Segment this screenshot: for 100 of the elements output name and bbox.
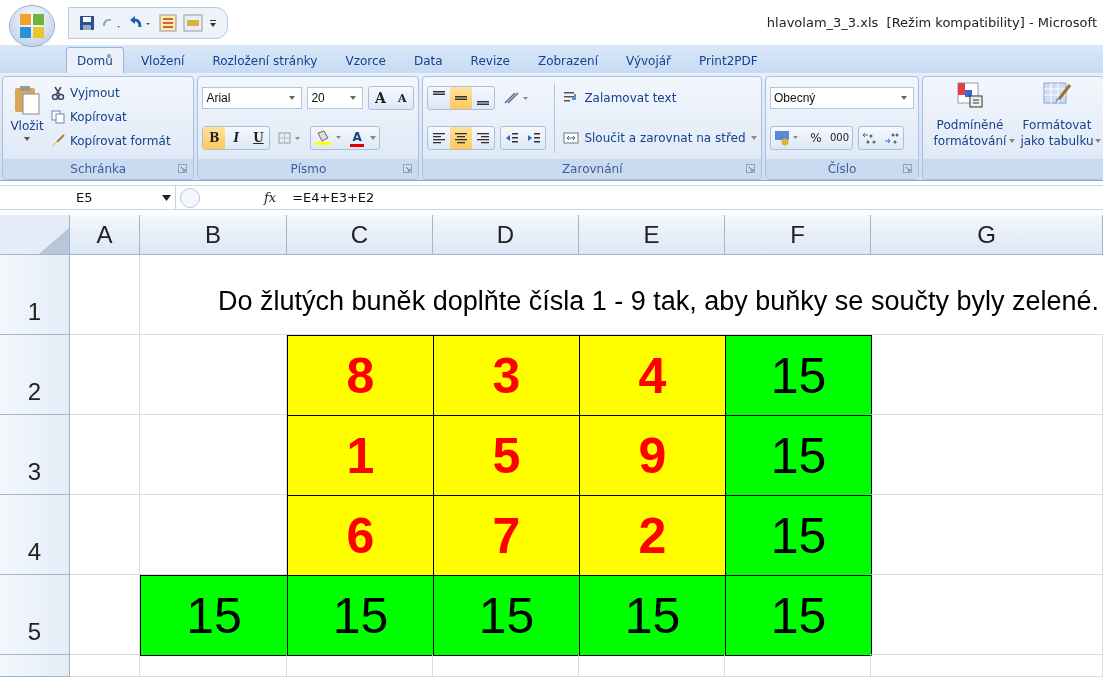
input-cell: 6 [287,495,434,576]
indent-icon [505,132,520,144]
ribbon-tab[interactable]: Vložení [129,47,196,73]
input-cell: 5 [433,415,580,496]
conditional-format-button[interactable]: Podmíněné formátování [927,81,1013,149]
column-header[interactable]: C [287,215,433,255]
horizontal-align-button[interactable] [450,127,473,149]
caret-icon [289,96,296,100]
ribbon-tab[interactable]: Revize [459,47,521,73]
column-header[interactable]: E [579,215,725,255]
triangle-icon [39,228,69,254]
ribbon-tab[interactable]: Print2PDF [688,47,769,73]
align-icon [454,132,469,144]
caret-icon [901,95,907,100]
font-style-button[interactable]: I [225,127,248,149]
instruction-text: Do žlutých buněk doplňte čísla 1 - 9 tak, aby buňky se součty byly zelené. [218,286,1099,317]
sum-cell: 15 [725,335,872,416]
row-header[interactable]: 3 [0,415,70,495]
ribbon-tab[interactable]: Vývojář [615,47,683,73]
caret-icon [1009,139,1015,143]
sum-cell: 15 [287,575,434,656]
caret-icon [369,136,376,140]
align-icon [476,132,491,144]
form-icon[interactable] [159,13,177,32]
caret-icon [350,96,357,100]
font-style-button[interactable]: B [203,127,226,149]
sum-cell: 15 [433,575,580,656]
brush-icon [51,134,65,148]
clipboard-action[interactable]: Kopírovat [51,107,171,127]
clipboard-action[interactable]: Vyjmout [51,83,171,103]
conditional-format-icon [956,81,984,109]
column-header[interactable]: D [433,215,579,255]
input-cell: 2 [579,495,726,576]
sum-cell: 15 [579,575,726,656]
sum-cell: 15 [725,575,872,656]
resize-handle[interactable] [180,187,200,208]
dialog-launcher-icon[interactable] [746,164,755,173]
percent-button[interactable]: % [805,126,827,149]
caret-icon [750,136,757,140]
group-label: Číslo [827,162,857,176]
format-as-table-button[interactable]: Formátovat jako tabulku [1015,81,1099,149]
group-label: Zarovnání [561,162,623,176]
caret-icon [1095,139,1101,143]
number-format-field[interactable]: Obecný [770,86,914,109]
row-header[interactable]: 2 [0,335,70,415]
merge-cells-icon [563,131,580,145]
table-cell [70,655,140,677]
align-icon [433,91,446,95]
font-style-button[interactable]: U [247,127,270,149]
row-header[interactable]: 1 [0,255,70,335]
align-icon [477,101,490,105]
caret-icon [162,194,171,201]
ribbon-tab[interactable]: Zobrazení [526,47,609,73]
wrap-text-button[interactable]: Zalamovat text [563,84,757,112]
save-icon[interactable] [79,14,95,31]
dialog-launcher-icon[interactable] [903,164,912,173]
column-header[interactable]: F [725,215,871,255]
ribbon-tab[interactable]: Rozložení stránky [201,47,329,73]
dialog-launcher-icon[interactable] [178,164,188,173]
shrink-font-button[interactable]: A [391,87,414,109]
clipboard-icon [14,85,40,115]
column-header[interactable]: B [140,215,287,255]
name-box[interactable]: E5 [0,186,176,209]
thousands-button[interactable]: 000 [827,126,853,149]
scissors-icon [51,86,65,100]
align-icon [455,96,468,100]
column-header[interactable]: A [70,215,140,255]
clipboard-action[interactable]: Kopírovat formát [51,131,171,151]
input-cell: 9 [579,415,726,496]
office-logo [20,13,44,38]
sum-cell: 15 [140,575,288,656]
group-label: Schránka [70,162,127,176]
indent-icon [527,132,542,144]
font-size-field[interactable]: 20 [307,87,364,109]
paste-button[interactable]: Vložit [7,81,47,155]
ribbon-tab[interactable]: Domů [66,47,124,73]
grow-font-button[interactable]: A [369,87,392,109]
row-header[interactable]: 5 [0,575,70,655]
input-cell: 8 [287,335,434,416]
column-header[interactable]: G [871,215,1103,255]
borders-icon [278,132,303,144]
ribbon-tab[interactable]: Data [402,47,454,73]
office-button[interactable] [10,5,54,46]
sum-cell: 15 [725,495,872,576]
sum-cell: 15 [725,415,872,496]
row-header[interactable]: 4 [0,495,70,575]
group-label: Písmo [290,162,327,176]
window-title: hlavolam_3_3.xls [Režim kompatibility] - Microsoft [766,15,1097,30]
caret-icon [24,137,30,141]
align-icon [432,132,447,144]
customize-icon[interactable] [209,17,217,28]
ribbon-tab[interactable]: Vzorce [334,47,397,73]
vertical-align-button[interactable] [450,87,473,109]
formula-field[interactable]: =E4+E3+E2 [292,190,1103,205]
input-cell: 4 [579,335,726,416]
dialog-launcher-icon[interactable] [403,164,413,173]
merge-center-button[interactable]: Sloučit a zarovnat na střed [563,124,757,152]
font-name-field[interactable]: Arial [202,87,303,109]
insert-function-button[interactable]: fx [264,190,277,205]
input-cell: 7 [433,495,580,576]
